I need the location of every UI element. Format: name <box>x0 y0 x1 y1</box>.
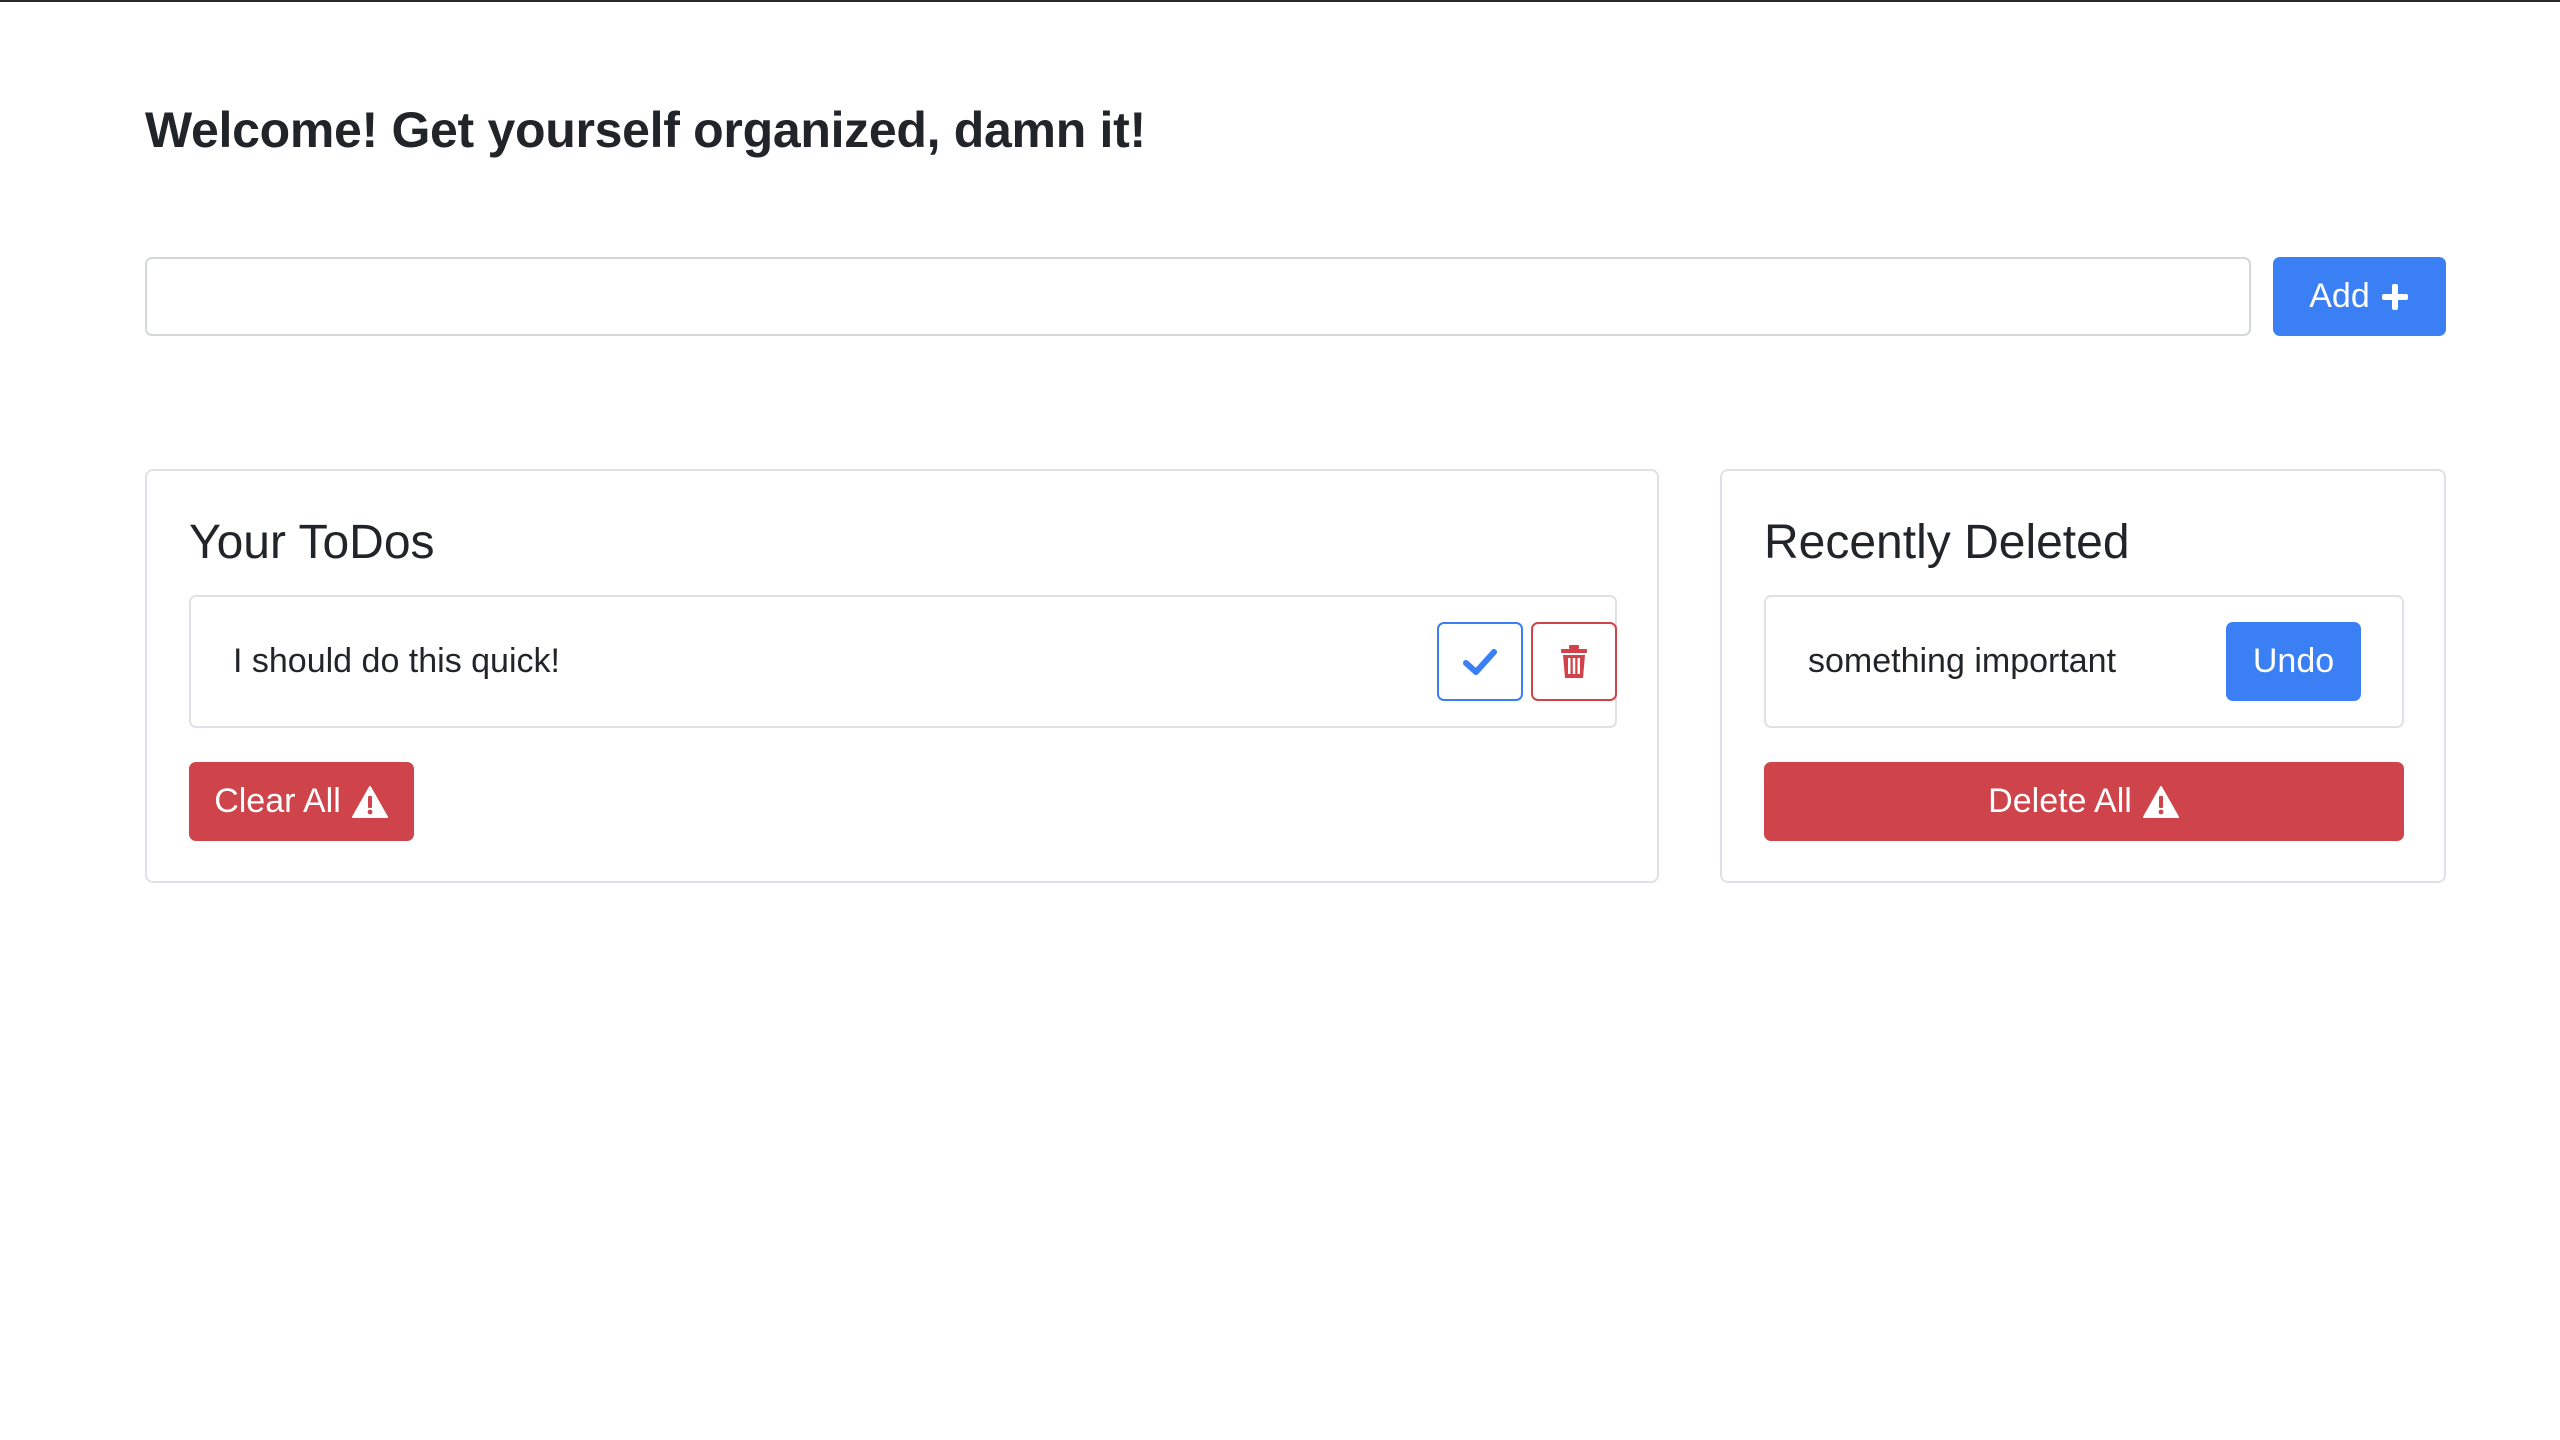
todos-card: Your ToDos I should do this quick! Clear… <box>145 469 1659 883</box>
delete-all-label: Delete All <box>1988 782 2132 820</box>
todo-item-text: I should do this quick! <box>233 642 560 680</box>
page-title: Welcome! Get yourself organized, damn it… <box>145 102 1146 158</box>
recently-deleted-title: Recently Deleted <box>1764 516 2130 569</box>
add-button-label: Add <box>2309 277 2370 315</box>
deleted-item: something important Undo <box>1764 595 2404 728</box>
todo-item: I should do this quick! <box>189 595 1617 728</box>
delete-todo-button[interactable] <box>1531 622 1617 701</box>
undo-button[interactable]: Undo <box>2226 622 2361 701</box>
deleted-item-text: something important <box>1808 642 2117 680</box>
trash-icon <box>1560 644 1588 679</box>
delete-all-button[interactable]: Delete All <box>1764 762 2404 841</box>
warning-icon <box>351 785 389 819</box>
complete-todo-button[interactable] <box>1437 622 1523 701</box>
clear-all-label: Clear All <box>214 782 341 820</box>
warning-icon <box>2142 785 2180 819</box>
clear-all-button[interactable]: Clear All <box>189 762 414 841</box>
recently-deleted-card: Recently Deleted something important Und… <box>1720 469 2446 883</box>
new-todo-input[interactable] <box>145 257 2251 336</box>
add-todo-button[interactable]: Add <box>2273 257 2446 336</box>
todos-title: Your ToDos <box>189 516 435 569</box>
check-icon <box>1463 648 1497 676</box>
top-border-line <box>0 0 2560 2</box>
plus-icon <box>2380 282 2410 312</box>
